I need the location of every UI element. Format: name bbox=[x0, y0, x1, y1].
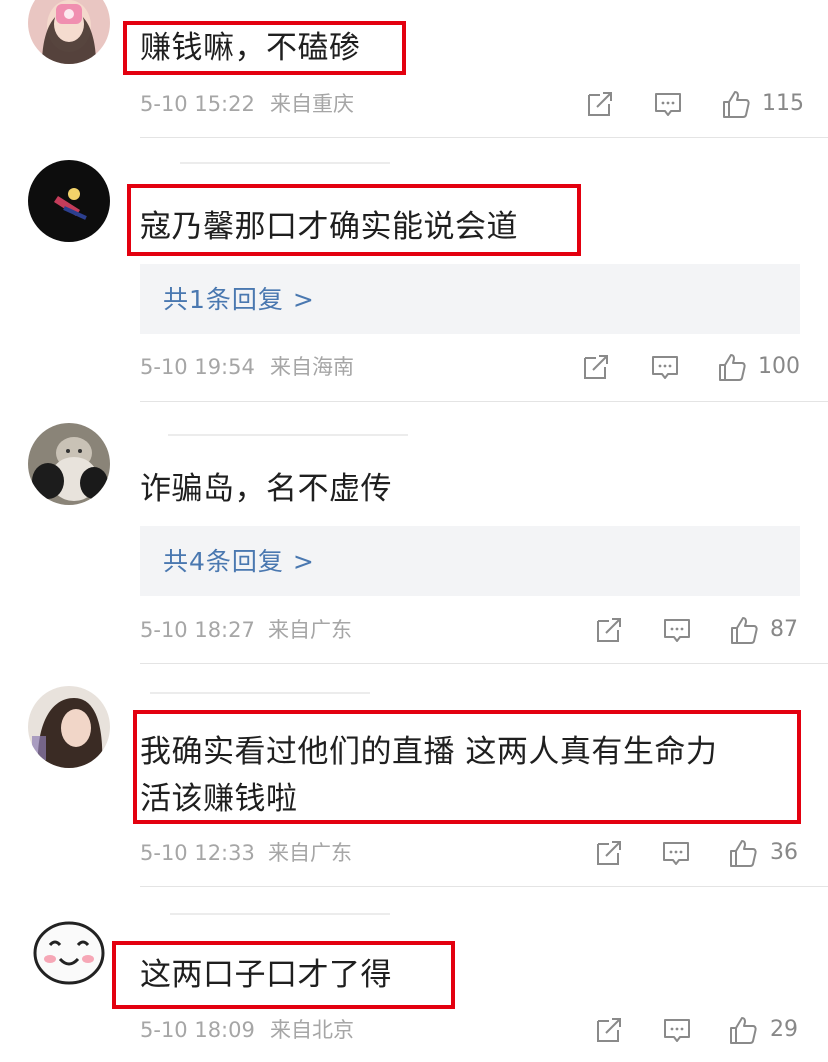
username-placeholder bbox=[170, 913, 390, 915]
comment-item: 我确实看过他们的直播 这两人真有生命力 活该赚钱啦 5-10 12:33 来自广… bbox=[0, 664, 828, 887]
comment-item: 这两口子口才了得 5-10 18:09 来自北京 29 bbox=[0, 887, 828, 1062]
share-icon[interactable] bbox=[593, 837, 625, 869]
comment-meta: 5-10 12:33 来自广东 36 bbox=[140, 837, 800, 869]
like-icon[interactable] bbox=[716, 351, 748, 383]
comment-location: 来自广东 bbox=[268, 618, 352, 642]
comment-location: 来自北京 bbox=[270, 1018, 354, 1042]
highlight-box bbox=[133, 710, 801, 824]
comment-time: 5-10 18:27 bbox=[140, 618, 255, 642]
highlight-box bbox=[123, 21, 406, 75]
comment-item: 寇乃馨那口才确实能说会道 共1条回复 > 5-10 19:54 来自海南 100 bbox=[0, 138, 828, 402]
comment-icon[interactable] bbox=[661, 1014, 693, 1046]
comment-text: 诈骗岛，名不虚传 bbox=[140, 471, 392, 507]
comment-icon[interactable] bbox=[660, 837, 692, 869]
comment-time: 5-10 19:54 bbox=[140, 355, 255, 379]
user-avatar[interactable] bbox=[28, 160, 110, 242]
reply-link[interactable]: 共4条回复 > bbox=[140, 526, 800, 596]
comment-icon[interactable] bbox=[652, 88, 684, 120]
comment-meta: 5-10 18:09 来自北京 29 bbox=[140, 1014, 800, 1046]
share-icon[interactable] bbox=[593, 1014, 625, 1046]
user-avatar[interactable] bbox=[28, 909, 110, 991]
like-count: 29 bbox=[770, 1017, 798, 1042]
comment-item: 诈骗岛，名不虚传 共4条回复 > 5-10 18:27 来自广东 87 bbox=[0, 402, 828, 664]
comment-icon[interactable] bbox=[661, 614, 693, 646]
user-avatar[interactable] bbox=[28, 423, 110, 505]
comment-time: 5-10 18:09 bbox=[140, 1018, 255, 1042]
reply-link[interactable]: 共1条回复 > bbox=[140, 264, 800, 334]
user-avatar[interactable] bbox=[28, 686, 110, 768]
comment-item: 赚钱嘛，不磕碜 5-10 15:22 来自重庆 115 bbox=[0, 0, 828, 138]
username-placeholder bbox=[168, 434, 408, 436]
like-icon[interactable] bbox=[727, 1014, 759, 1046]
like-icon[interactable] bbox=[720, 88, 752, 120]
share-icon[interactable] bbox=[580, 351, 612, 383]
comment-location: 来自广东 bbox=[268, 841, 352, 865]
comment-meta: 5-10 15:22 来自重庆 115 bbox=[140, 88, 804, 120]
user-avatar[interactable] bbox=[28, 0, 110, 64]
comment-icon[interactable] bbox=[649, 351, 681, 383]
comment-location: 来自海南 bbox=[270, 355, 354, 379]
share-icon[interactable] bbox=[593, 614, 625, 646]
reply-count-text[interactable]: 共4条回复 > bbox=[163, 542, 315, 578]
username-placeholder bbox=[150, 692, 370, 694]
like-count: 100 bbox=[758, 354, 800, 379]
highlight-box bbox=[112, 941, 455, 1009]
like-count: 36 bbox=[770, 840, 798, 865]
highlight-box bbox=[127, 184, 581, 256]
comment-time: 5-10 15:22 bbox=[140, 92, 255, 116]
like-count: 87 bbox=[770, 617, 798, 642]
comment-time: 5-10 12:33 bbox=[140, 841, 255, 865]
like-icon[interactable] bbox=[728, 614, 760, 646]
comment-meta: 5-10 19:54 来自海南 100 bbox=[140, 351, 800, 383]
like-icon[interactable] bbox=[727, 837, 759, 869]
username-placeholder bbox=[180, 162, 390, 164]
comment-location: 来自重庆 bbox=[270, 92, 354, 116]
reply-count-text[interactable]: 共1条回复 > bbox=[163, 280, 315, 316]
comment-meta: 5-10 18:27 来自广东 87 bbox=[140, 614, 800, 646]
like-count: 115 bbox=[762, 91, 804, 116]
share-icon[interactable] bbox=[584, 88, 616, 120]
